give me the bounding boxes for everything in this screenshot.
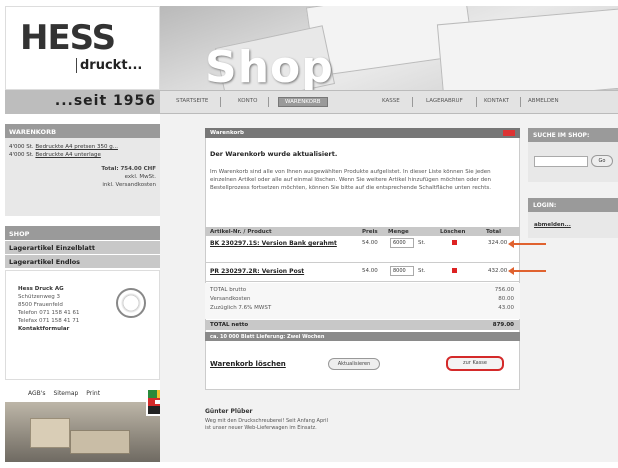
cart-title: Warenkorb (210, 130, 244, 136)
delivery-text: ca. 10 000 Blatt Lieferung: Zwei Wochen (210, 334, 325, 340)
address-fax: Telefax 071 158 41 71 (18, 318, 80, 324)
delete-icon[interactable] (452, 268, 457, 273)
sidebar-cart-item[interactable]: 4'000 St. Bedruckte A4 unterlage (9, 152, 156, 158)
annotation-arrow-icon (508, 267, 546, 275)
photo-box (70, 430, 130, 454)
tab-konto[interactable]: KONTO (238, 98, 257, 104)
since-text: ...seit 1956 (54, 93, 156, 109)
sidebar-cart-header: WARENKORB (5, 124, 160, 138)
logo-hess: HESS (20, 18, 116, 58)
search-go-button[interactable]: Go (591, 155, 613, 167)
tab-abmelden[interactable]: ABMELDEN (528, 98, 559, 104)
clear-cart-link[interactable]: Warenkorb löschen (210, 360, 286, 368)
col-product: Artikel-Nr. / Product (210, 229, 272, 235)
product-price: 54.00 (362, 240, 378, 246)
quantity-input[interactable]: 8000 (390, 266, 414, 276)
total-label: Zuzüglich 7.6% MWST (210, 305, 272, 311)
product-link[interactable]: PR 230297.2R: Version Post (210, 268, 358, 275)
tab-kontakt[interactable]: KONTAKT (484, 98, 509, 104)
quantity-input[interactable]: 6000 (390, 238, 414, 248)
sidebar-cart-total: Total: 754.00 CHF (101, 166, 156, 172)
col-qty: Menge (388, 229, 409, 235)
footer-links: AGB's Sitemap Print (28, 390, 106, 397)
login-header: LOGIN: (528, 198, 618, 212)
net-total-bar (205, 320, 520, 330)
cart-info-text: Im Warenkorb sind alle von Ihnen ausgewä… (210, 169, 492, 191)
cart-close-icon[interactable] (503, 130, 515, 136)
search-input[interactable] (534, 156, 588, 167)
sidebar-shop-header: SHOP (5, 226, 160, 240)
total-label: Versandkosten (210, 296, 251, 302)
logout-link[interactable]: abmelden... (534, 222, 571, 228)
since-banner: ...seit 1956 (5, 90, 160, 114)
update-button[interactable]: Aktualisieren (328, 358, 380, 370)
total-label: TOTAL brutto (210, 287, 247, 293)
quantity-unit: St. (418, 268, 426, 274)
print-link[interactable]: Print (86, 390, 100, 397)
cart-titlebar (205, 128, 520, 138)
news-text: Weg mit den Druckschreuberei! Seit Anfan… (205, 418, 328, 431)
tab-warenkorb[interactable]: WARENKORB (278, 97, 328, 107)
sidebar-item-einzelblatt[interactable]: Lagerartikel Einzelblatt (5, 240, 160, 254)
sidebar-cart-note: exkl. MwSt. (124, 174, 156, 180)
tab-kasse[interactable]: KASSE (382, 98, 400, 104)
sitemap-link[interactable]: Sitemap (53, 390, 78, 397)
row-total: 432.00 (488, 268, 508, 274)
checkout-button[interactable]: zur Kasse (446, 356, 504, 371)
search-header: SUCHE IM SHOP: (528, 128, 618, 142)
totals-block (205, 283, 520, 319)
sidebar-cart-panel: 4'000 St. Bedruckte A4 pretsen 350 g... … (5, 138, 160, 216)
logo-subtitle: druckt... (76, 58, 142, 73)
product-link[interactable]: BK 230297.1S: Version Bank gerahmt (210, 240, 358, 247)
total-value: 80.00 (498, 296, 514, 302)
contact-form-link[interactable]: Kontaktformular (18, 325, 159, 333)
delete-icon[interactable] (452, 240, 457, 245)
main-nav: STARTSEITE KONTO WARENKORB KASSE LAGERAB… (160, 90, 618, 114)
news-block: Günter Plüber Weg mit den Druckschreuber… (205, 408, 535, 432)
sidebar-cart-item[interactable]: 4'000 St. Bedruckte A4 pretsen 350 g... (9, 144, 156, 150)
sidebar-item-endlos[interactable]: Lagerartikel Endlos (5, 254, 160, 268)
agb-link[interactable]: AGB's (28, 390, 46, 397)
row-total: 324.00 (488, 240, 508, 246)
cart-updated-message: Der Warenkorb wurde aktualisiert. (210, 150, 338, 158)
net-total-value: 879.00 (492, 322, 514, 328)
annotation-arrow-icon (508, 240, 546, 248)
col-price: Preis (362, 229, 378, 235)
product-price: 54.00 (362, 268, 378, 274)
news-title: Günter Plüber (205, 408, 253, 415)
seal-icon (116, 288, 146, 318)
tab-lagerabruf[interactable]: LAGERABRUF (426, 98, 463, 104)
tab-startseite[interactable]: STARTSEITE (176, 98, 208, 104)
sidebar-cart-note: inkl. Versandkosten (102, 182, 156, 188)
total-value: 43.00 (498, 305, 514, 311)
photo-box (30, 418, 70, 448)
address-block: Hess Druck AG Schützenweg 3 8500 Frauenf… (5, 270, 160, 380)
col-delete: Löschen (440, 229, 466, 235)
col-total: Total (486, 229, 502, 235)
page-title: Shop (205, 42, 334, 93)
total-value: 756.00 (494, 287, 514, 293)
net-total-label: TOTAL netto (210, 322, 249, 328)
quantity-unit: St. (418, 240, 426, 246)
